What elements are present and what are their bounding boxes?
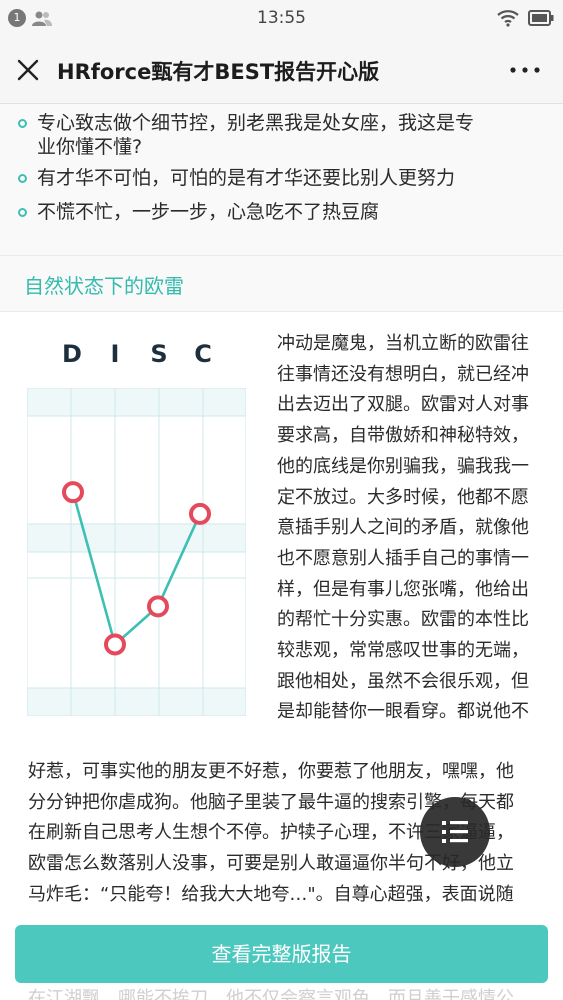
list-item: 不慌不忙，一步一步，心急吃不了热豆腐 <box>18 197 379 227</box>
section-header: 自然状态下的欧雷 <box>0 256 563 312</box>
clock: 13:55 <box>257 8 306 28</box>
article-line: 跟他相处，虽然不会很乐观，但 <box>277 670 529 692</box>
tick-label-c: C <box>194 340 212 368</box>
grid-band <box>27 524 246 552</box>
article-line: 是却能替你一眼看穿。都说他不 <box>277 701 529 723</box>
article-line: 马炸毛：“只能夸！给我大大地夸…"。自尊心超强，表面说随 <box>28 883 514 905</box>
article-line: 较悲观，常常感叹世事的无端， <box>277 640 529 662</box>
article-line: 的帮忙十分实惠。欧雷的本性比 <box>277 609 529 631</box>
article-line: 冲动是魔鬼，当机立断的欧雷往 <box>277 333 529 354</box>
article-line: 好惹，可事实他的朋友更不好惹，你要惹了他朋友，嘿嘿，他 <box>28 761 514 782</box>
list-menu-icon <box>442 821 468 843</box>
grid-band <box>27 688 246 716</box>
bullet-icon <box>18 208 27 217</box>
page-title: HRforce甄有才BEST报告开心版 <box>57 60 380 84</box>
traits-list: 专心致志做个细节控，别老黑我是处女座，我这是专 业你懂不懂? 有才华不可怕，可怕… <box>0 104 563 256</box>
view-full-report-button[interactable]: 查看完整版报告 <box>15 925 548 983</box>
data-point-s <box>147 595 169 618</box>
tick-label-i: I <box>110 340 120 368</box>
list-item: 有才华不可怕，可怕的是有才华还要比别人更努力 <box>18 163 455 193</box>
bullet-icon <box>18 119 27 128</box>
more-icon[interactable] <box>505 56 545 84</box>
disc-chart <box>27 388 246 716</box>
data-point-d <box>62 481 84 504</box>
article-text-right: 冲动是魔鬼，当机立断的欧雷往 往事情还没有想明白，就已经冲 出去迈出了双腿。欧雷对人… <box>277 329 553 728</box>
article-line: 也不愿意别人插手自己的事情一 <box>277 547 529 569</box>
grid-band <box>27 388 246 416</box>
clipped-text-row: 在江湖飘，哪能不挨刀，他不仅会察言观色，而且善于感情公 <box>0 984 563 1000</box>
article-line: 要求高，自带傲娇和神秘特效， <box>277 425 529 447</box>
status-bar: 1 13:55 <box>0 0 563 36</box>
close-icon[interactable] <box>14 56 42 84</box>
wifi-icon <box>497 10 519 27</box>
data-point-i <box>104 633 126 656</box>
list-item-continuation: 业你懂不懂? <box>37 136 143 158</box>
battery-icon <box>528 10 554 26</box>
article-line: 定不放过。大多时候，他都不愿 <box>277 486 529 508</box>
tick-label-s: S <box>150 340 168 368</box>
bullet-icon <box>18 174 27 183</box>
article-line: 样，但是有事儿您张嘴，他给出 <box>277 578 529 600</box>
title-bar: HRforce甄有才BEST报告开心版 <box>0 36 563 104</box>
article-line: 意插手别人之间的矛盾，就像他 <box>277 517 529 539</box>
section-title: 自然状态下的欧雷 <box>24 274 184 298</box>
data-point-c <box>189 502 211 525</box>
article-line: 出去迈出了双腿。欧雷对人对事 <box>277 394 529 416</box>
article-line: 他的底线是你别骗我，骗我我一 <box>277 455 529 477</box>
tick-label-d: D <box>62 340 82 368</box>
series-line <box>71 491 202 647</box>
article-line: 往事情还没有想明白，就已经冲 <box>277 363 529 385</box>
floating-menu-button[interactable] <box>420 797 490 867</box>
